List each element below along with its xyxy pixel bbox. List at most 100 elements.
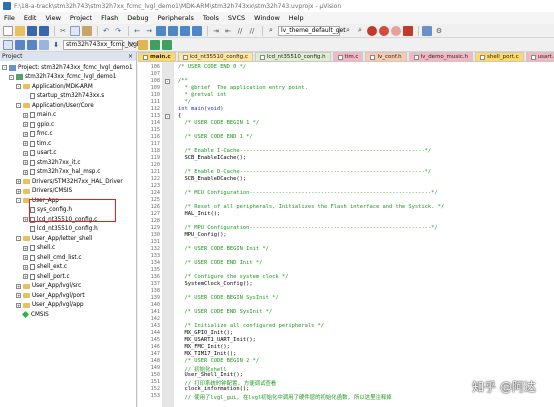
nav-back-icon[interactable]: ←	[132, 26, 142, 36]
find-icon[interactable]: ⌕	[343, 26, 353, 36]
bookmark-next-icon[interactable]	[180, 25, 190, 36]
select-packs-icon[interactable]	[162, 39, 172, 50]
tree-group[interactable]: + Drivers/STM32H7xx_HAL_Driver	[16, 177, 123, 187]
tree-file[interactable]: startup_stm32h743xx.s	[23, 92, 104, 102]
manage-project-icon[interactable]	[138, 39, 148, 50]
menu-tools[interactable]: Tools	[203, 14, 219, 22]
tree-file[interactable]: + tim.c	[23, 139, 51, 149]
tree-group[interactable]: - User_App/letter_shell	[16, 234, 92, 244]
menu-flash[interactable]: Flash	[101, 14, 118, 22]
code-area[interactable]: 106/* USER CODE END 0 */107 108-/** 109 * …	[138, 62, 554, 407]
find-in-files-icon[interactable]: ⌕	[266, 26, 276, 36]
window-layout-icon[interactable]	[422, 25, 432, 36]
menu-file[interactable]: File	[4, 14, 15, 22]
expand-icon[interactable]: +	[16, 302, 21, 308]
expand-icon[interactable]: +	[23, 217, 28, 223]
expand-icon[interactable]: +	[23, 112, 28, 118]
expand-icon[interactable]: +	[23, 245, 28, 251]
menu-peripherals[interactable]: Peripherals	[158, 14, 194, 22]
redo-icon[interactable]: ↷	[113, 26, 123, 36]
expand-icon[interactable]: +	[23, 255, 28, 261]
expand-icon[interactable]: +	[23, 160, 28, 166]
nav-forward-icon[interactable]: →	[144, 26, 154, 36]
tree-file[interactable]: + shell.c	[23, 244, 55, 254]
download-icon[interactable]: ⬇	[51, 40, 61, 50]
tree-file[interactable]: + shell_cmd_list.c	[23, 253, 81, 263]
tree-file[interactable]: + fmc.c	[23, 130, 53, 140]
tab-main-c[interactable]: main.c	[138, 52, 176, 61]
comment-icon[interactable]: //	[235, 26, 245, 36]
cut-icon[interactable]: ✂	[58, 26, 68, 36]
tree-group[interactable]: + Drivers/CMSIS	[16, 187, 72, 197]
tree-file[interactable]: + stm32h7xx_it.c	[23, 158, 81, 168]
breakpoint-icon[interactable]	[379, 25, 389, 36]
menu-svcs[interactable]: SVCS	[228, 14, 245, 22]
collapse-icon[interactable]: -	[16, 236, 21, 242]
expand-icon[interactable]: +	[23, 150, 28, 156]
expand-icon[interactable]: +	[23, 122, 28, 128]
target-select[interactable]: stm32h743xx_fcmc_lvgl	[63, 39, 139, 50]
tab-lv-conf-h[interactable]: lv_conf.h	[365, 52, 407, 61]
expand-icon[interactable]: +	[23, 274, 28, 280]
build-icon[interactable]	[15, 39, 25, 50]
tab-lcd-nt35510-config-h[interactable]: lcd_nt35510_config.h	[254, 52, 331, 61]
indent-icon[interactable]: ⇥	[211, 26, 221, 36]
expand-icon[interactable]: +	[23, 131, 28, 137]
tree-root[interactable]: - Project: stm32h743xx_fcmc_lvgl_demo1	[2, 63, 133, 73]
tab-lcd-nt35510-config-c[interactable]: lcd_nt35510_config.c	[177, 52, 253, 61]
open-folder-icon[interactable]	[15, 25, 25, 36]
collapse-icon[interactable]: -	[16, 103, 21, 109]
find-combo[interactable]: lv_theme_default_get	[278, 25, 346, 36]
collapse-icon[interactable]: -	[16, 84, 21, 90]
tree-file[interactable]: + shell_ext.c	[23, 263, 67, 273]
tree-file[interactable]: + shell_port.c	[23, 272, 70, 282]
collapse-icon[interactable]: -	[9, 74, 14, 80]
menu-edit[interactable]: Edit	[24, 14, 37, 22]
menu-window[interactable]: Window	[254, 14, 280, 22]
tree-file[interactable]: + main.c	[23, 111, 56, 121]
expand-icon[interactable]: +	[16, 283, 21, 289]
collapse-icon[interactable]: -	[2, 65, 7, 71]
paste-icon[interactable]	[82, 25, 92, 36]
tree-file[interactable]: + gpio.c	[23, 120, 54, 130]
collapse-icon[interactable]: -	[16, 198, 21, 204]
uncomment-icon[interactable]: //	[247, 26, 257, 36]
menu-debug[interactable]: Debug	[127, 14, 148, 22]
manage-packs-icon[interactable]	[150, 39, 160, 50]
bookmark-prev-icon[interactable]	[168, 25, 178, 36]
tree-group[interactable]: - Application/User/Core	[16, 101, 94, 111]
unindent-icon[interactable]: ⇤	[223, 26, 233, 36]
tree-file[interactable]: lcd_nt35510_config.h	[23, 225, 98, 235]
copy-icon[interactable]	[70, 25, 80, 36]
save-all-icon[interactable]	[39, 25, 49, 36]
save-icon[interactable]	[27, 25, 37, 36]
close-panel-icon[interactable]: ×	[128, 53, 136, 60]
expand-icon[interactable]: +	[23, 169, 28, 175]
debug-session-icon[interactable]	[367, 25, 377, 36]
incremental-find-icon[interactable]: ⌕	[355, 26, 365, 36]
tree-group[interactable]: + User_App/lvgl/port	[16, 291, 85, 301]
menu-help[interactable]: Help	[289, 14, 304, 22]
target-options-icon[interactable]: ⚒	[126, 40, 136, 50]
expand-icon[interactable]: +	[23, 264, 28, 270]
tree-group[interactable]: - Application/MDK-ARM	[16, 82, 93, 92]
expand-icon[interactable]: +	[23, 141, 28, 147]
tab-shell-port-c[interactable]: shell_port.c	[475, 52, 524, 61]
rebuild-icon[interactable]	[27, 39, 37, 50]
tree-group[interactable]: + User_App/lvgl/app	[16, 301, 84, 311]
tab-lv-demo-music-h[interactable]: lv_demo_music.h	[408, 52, 474, 61]
translate-icon[interactable]	[3, 39, 13, 50]
expand-icon[interactable]: +	[16, 188, 21, 194]
tree-target[interactable]: - stm32h743xx_fcmc_lvgl_demo1	[9, 73, 116, 83]
tab-usart-c[interactable]: usart.c	[525, 52, 554, 61]
tab-tim-c[interactable]: tim.c	[332, 52, 364, 61]
tree-file[interactable]: CMSIS	[16, 310, 49, 320]
kill-breakpoints-icon[interactable]	[403, 25, 413, 36]
disable-breakpoint-icon[interactable]	[391, 25, 401, 36]
tree-file[interactable]: + usart.c	[23, 149, 57, 159]
expand-icon[interactable]: +	[16, 293, 21, 299]
tree-group[interactable]: + User_App/lvgl/src	[16, 282, 81, 292]
batch-build-icon[interactable]	[39, 39, 49, 50]
expand-icon[interactable]: +	[16, 179, 21, 185]
menu-project[interactable]: Project	[70, 14, 92, 22]
